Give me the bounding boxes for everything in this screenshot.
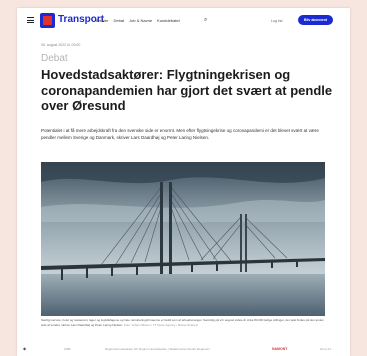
- footer-logo-icon: ◆: [23, 346, 27, 351]
- article-headline: Hovedstadsaktører: Flygtningekrisen og c…: [41, 67, 333, 113]
- article-lead: Potentialet i at få mere arbejdskraft fr…: [41, 128, 319, 140]
- search-icon[interactable]: ⌕: [204, 17, 210, 23]
- nav-item-kunddebatet[interactable]: Kunddebatet: [157, 18, 180, 24]
- photo-credit: Foto: Johan Nilsson / TT News Agency / R…: [123, 322, 198, 327]
- footer-middle-text: Regionshovedstaden DK Region Hovedstaden…: [105, 347, 210, 351]
- footer-right-text: Hit st d1: [320, 347, 332, 351]
- oresund-bridge-photo: [41, 162, 325, 316]
- article-kicker: Debat: [41, 53, 68, 64]
- login-link[interactable]: Log ind: [271, 18, 282, 24]
- transport-logo-icon[interactable]: [40, 13, 55, 28]
- nav-item-artikler[interactable]: Artikler: [96, 18, 108, 24]
- article-page: Transport Artikler Debat Job & Navne Kun…: [17, 8, 350, 356]
- nav-item-job-navne[interactable]: Job & Navne: [129, 18, 152, 24]
- footer-strip: ◆ CØB Regionshovedstaden DK Region Hoved…: [17, 344, 350, 356]
- footer-brand: NAMONT: [272, 347, 288, 351]
- subscribe-button[interactable]: Bliv abonnent: [298, 15, 333, 25]
- photo-caption: Særligt service, hotel og restaurant, la…: [41, 318, 325, 327]
- main-nav: Artikler Debat Job & Navne Kunddebatet: [96, 18, 180, 24]
- nav-item-debat[interactable]: Debat: [113, 18, 124, 24]
- menu-icon[interactable]: [27, 17, 34, 23]
- footer-left-text: CØB: [64, 347, 71, 351]
- article-date: 05. august 2022 kl. 09:00: [41, 43, 81, 47]
- site-header: Transport Artikler Debat Job & Navne Kun…: [17, 8, 350, 34]
